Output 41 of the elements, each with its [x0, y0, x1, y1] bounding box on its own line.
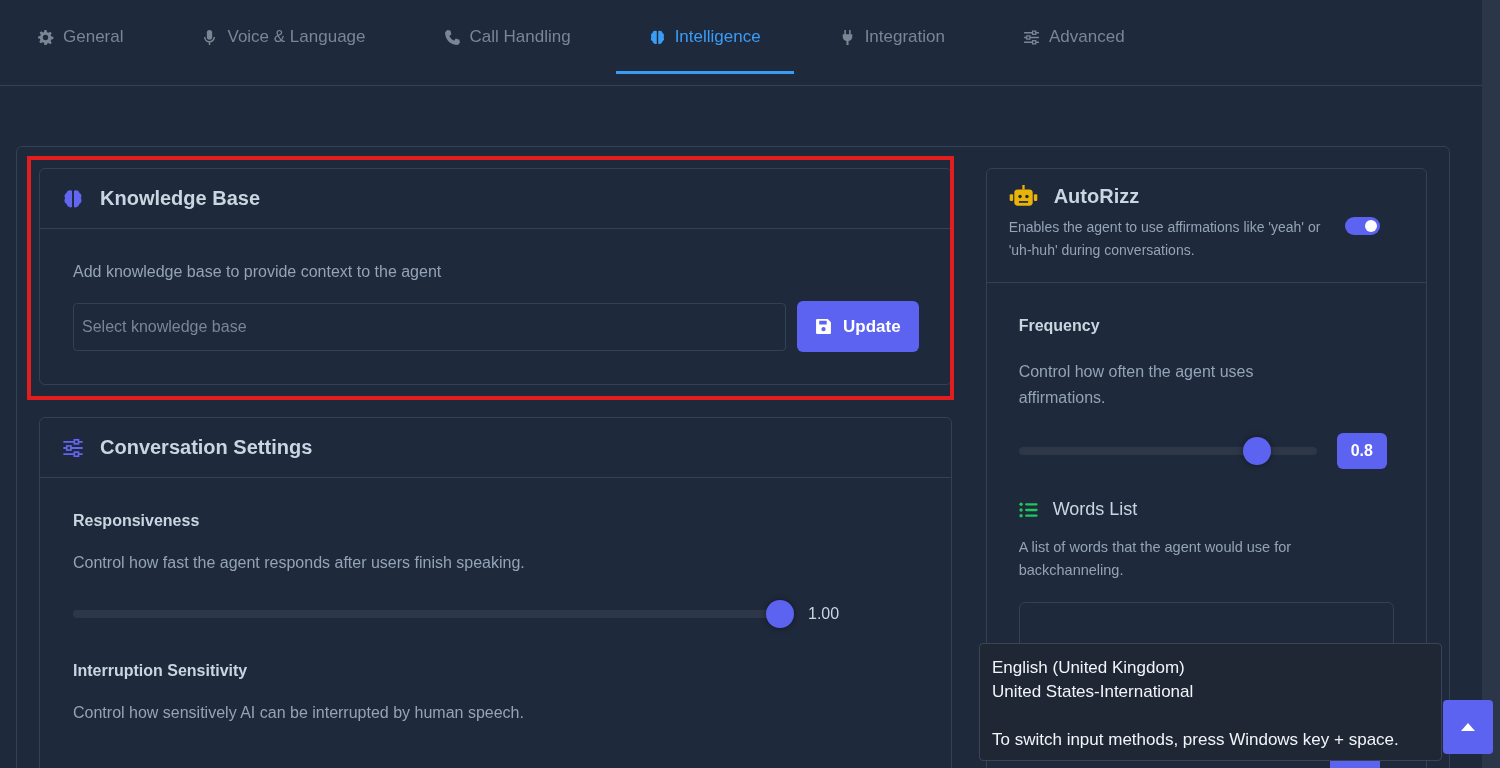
knowledge-base-select[interactable]: Select knowledge base [73, 302, 787, 351]
slider-value: 1.00 [808, 605, 840, 623]
settings-icon [37, 28, 54, 46]
setting-label: Frequency [1018, 317, 1101, 335]
brain-icon [62, 187, 84, 210]
description: Control how often the agent uses affirmations. [1018, 362, 1255, 408]
scroll-to-top-button[interactable] [1443, 700, 1493, 754]
slider-value: 0.8 [1336, 433, 1387, 469]
section-title: Words List [1052, 499, 1138, 520]
phone-icon [443, 28, 461, 46]
tab[interactable]: Intelligence [615, 0, 794, 74]
robot-icon [1008, 185, 1038, 208]
tab[interactable]: Call Handling [410, 0, 604, 74]
description: Enables the agent to use affirmations like 'yeah' or 'uh-huh' during conversations. [1008, 218, 1322, 260]
card-title: Conversation Settings [100, 436, 313, 459]
tab[interactable]: Integration [805, 0, 978, 74]
save-icon [815, 318, 833, 335]
description: Control how sensitively AI can be interrupted by human speech. [73, 704, 525, 722]
description: Control how fast the agent responds after users finish speaking. [73, 554, 526, 572]
sliders-icon [62, 436, 84, 459]
slider-thumb[interactable] [1243, 437, 1272, 465]
caret-up-icon [1461, 723, 1475, 731]
description: A list of words that the agent would use for backchanneling. [1018, 538, 1293, 580]
toggle-switch[interactable] [1344, 217, 1380, 235]
setting-label: Interruption Sensitivity [73, 662, 249, 680]
tooltip-text: English (United Kingdom) [992, 657, 1186, 679]
tab[interactable]: General [4, 0, 157, 74]
tab[interactable]: Advanced [990, 0, 1158, 74]
slider-thumb[interactable] [766, 600, 794, 628]
setting-label: Responsiveness [73, 512, 201, 530]
tooltip-text: United States-International [992, 681, 1195, 703]
card-title: AutoRizz [1053, 185, 1140, 208]
sliders-icon [1023, 28, 1040, 46]
tooltip-text: To switch input methods, press Windows key + space. [992, 729, 1400, 751]
scrollbar[interactable] [1482, 0, 1500, 768]
brain-icon [648, 28, 666, 46]
list-icon [1018, 501, 1038, 518]
card-title: Knowledge Base [100, 187, 261, 210]
description: Add knowledge base to provide context to the agent [73, 263, 443, 281]
tab[interactable]: Voice & Language [168, 0, 399, 74]
update-button[interactable]: Update [797, 301, 919, 352]
